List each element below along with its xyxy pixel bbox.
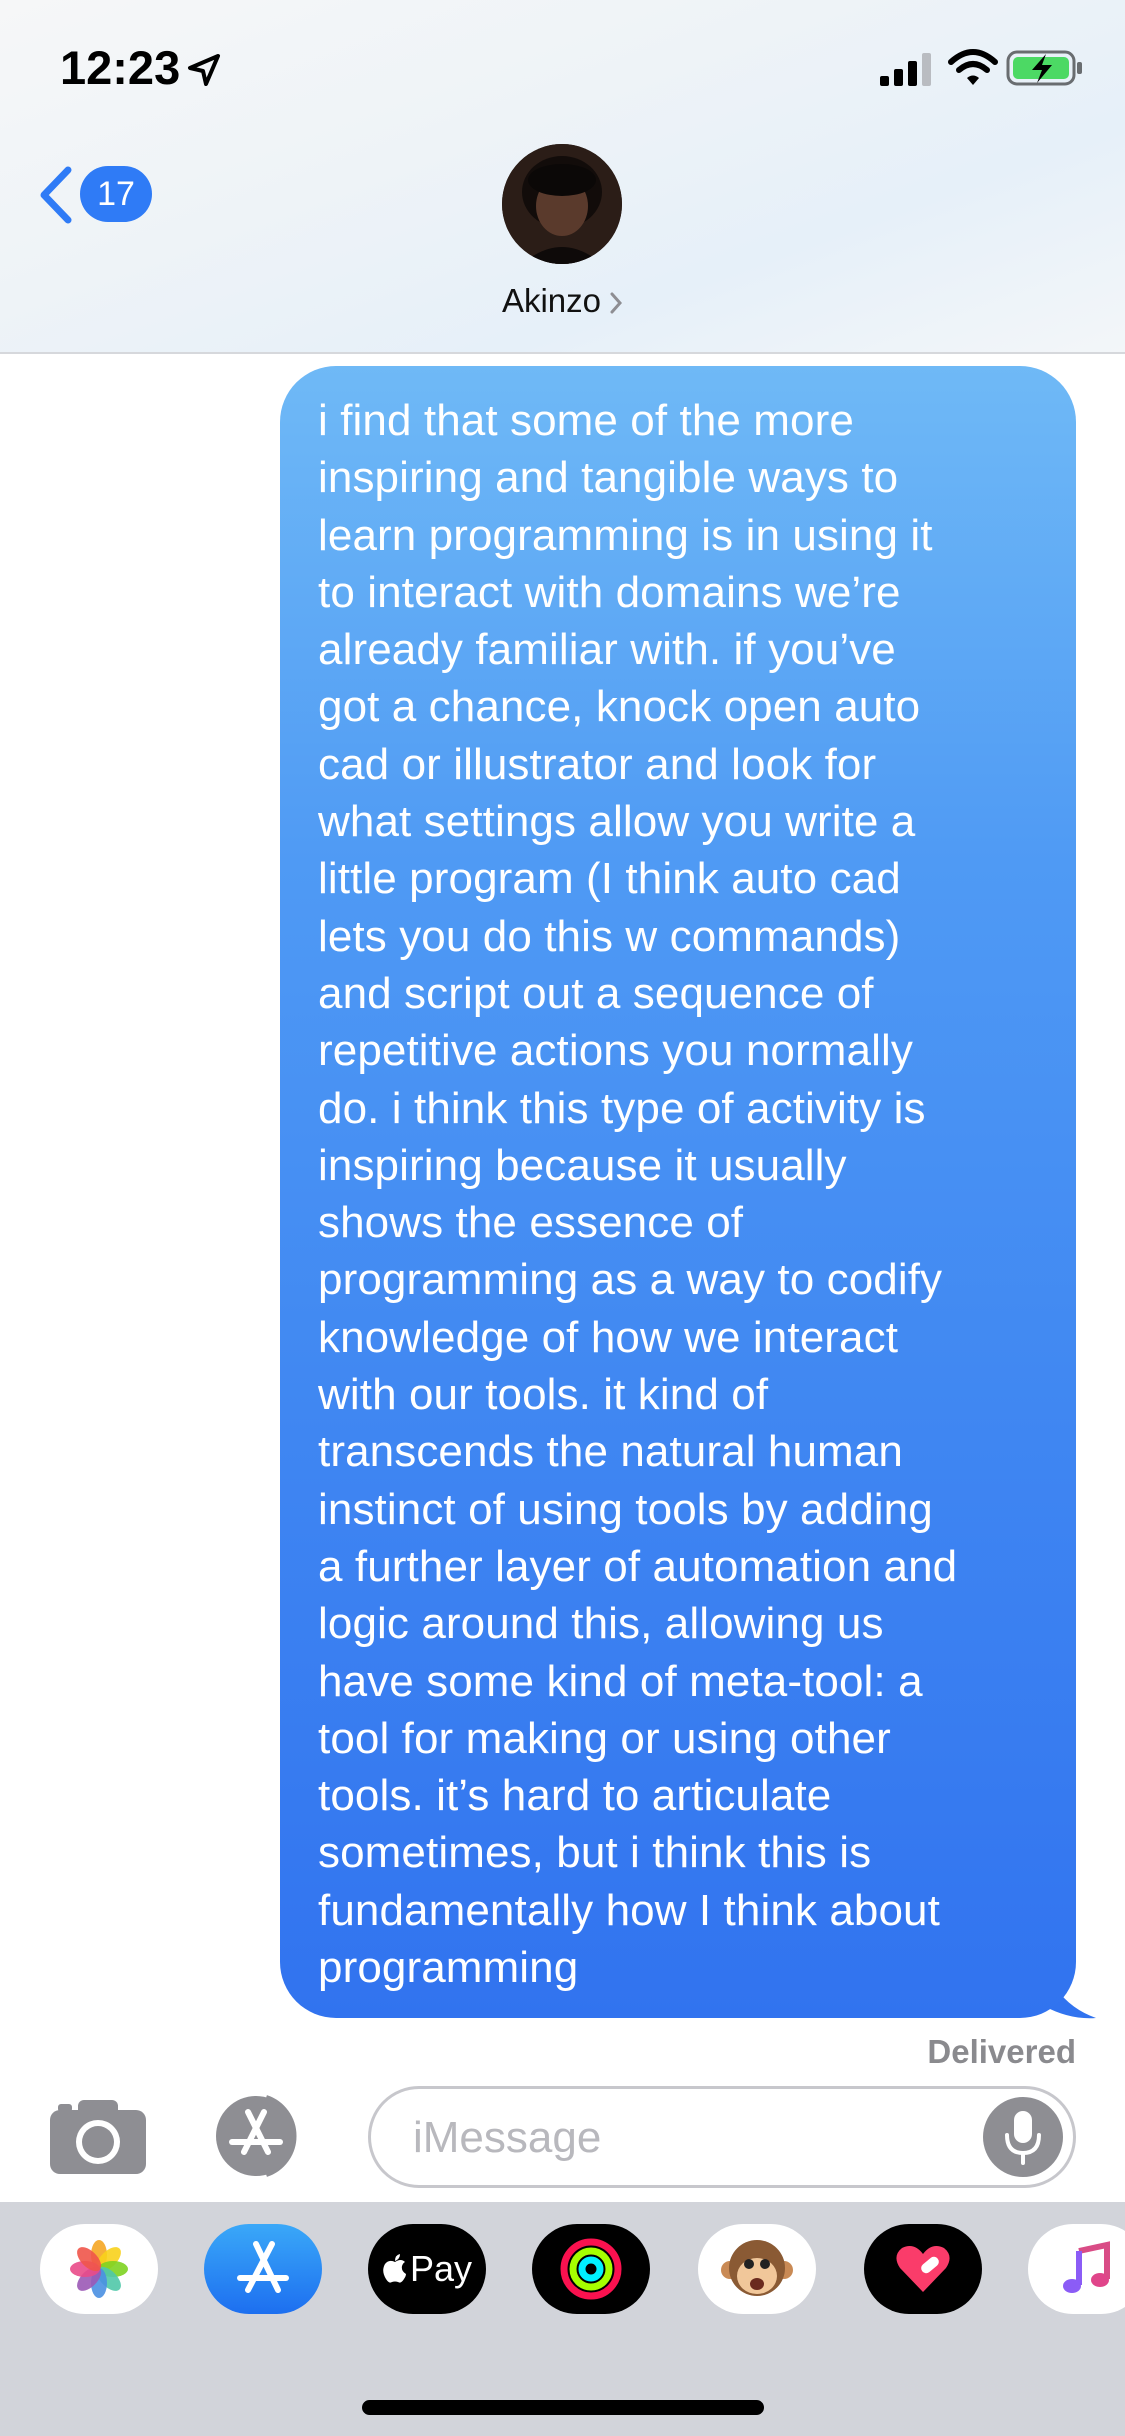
message-line: a further layer of automation and: [318, 1541, 958, 1591]
music-note-icon: [1063, 2241, 1110, 2293]
message-line: repetitive actions you normally: [318, 1026, 913, 1076]
contact-name: Akinzo: [501, 282, 602, 319]
apple-pay-icon[interactable]: Pay: [368, 2224, 486, 2314]
message-line: with our tools. it kind of: [318, 1370, 769, 1420]
message-line: instinct of using tools by adding: [318, 1484, 933, 1534]
message-line: and script out a sequence of: [318, 968, 874, 1018]
heart-touch-icon: [896, 2246, 950, 2292]
chevron-left-icon: [40, 166, 72, 224]
dictation-button[interactable]: [983, 2097, 1063, 2177]
message-line: to interact with domains we’re: [318, 567, 901, 617]
digital-touch-icon[interactable]: [864, 2224, 982, 2314]
message-line: lets you do this w commands): [318, 911, 901, 961]
animoji-monkey-icon[interactable]: [698, 2224, 816, 2314]
location-arrow-icon: [188, 54, 220, 86]
avatar-photo: [502, 144, 622, 264]
message-line: inspiring because it usually: [318, 1140, 847, 1190]
app-store-glyph-icon: [237, 2241, 289, 2293]
message-line: programming: [318, 1943, 579, 1993]
message-line: programming as a way to codify: [318, 1255, 943, 1305]
sent-message-bubble[interactable]: i find that some of the more inspiring an…: [280, 366, 1076, 2018]
message-line: tools. it’s hard to articulate: [318, 1771, 832, 1821]
message-text: i find that some of the more inspiring an…: [318, 392, 1040, 1996]
photos-flower-icon: [70, 2240, 128, 2298]
activity-rings-icon: [560, 2238, 622, 2300]
message-line: learn programming is in using it: [318, 510, 933, 560]
message-line: cad or illustrator and look for: [318, 739, 877, 789]
message-line: got a chance, knock open auto: [318, 682, 921, 732]
monkey-face-icon: [721, 2240, 793, 2296]
delivery-status: Delivered: [927, 2033, 1076, 2070]
imessage-field[interactable]: [368, 2086, 1076, 2188]
music-icon[interactable]: [1028, 2224, 1125, 2314]
apple-pay-label: Pay: [409, 2248, 473, 2289]
contact-name-button[interactable]: Akinzo: [0, 282, 1125, 320]
app-store-button-icon[interactable]: [208, 2090, 318, 2182]
imessage-input[interactable]: [411, 2089, 975, 2187]
apple-logo-icon: [383, 2254, 406, 2283]
home-indicator: [362, 2400, 764, 2415]
message-line: sometimes, but i think this is: [318, 1828, 872, 1878]
message-line: transcends the natural human: [318, 1427, 903, 1477]
chevron-right-icon: [610, 292, 623, 314]
wifi-icon: [948, 49, 998, 85]
message-line: have some kind of meta-tool: a: [318, 1656, 923, 1706]
conversation-header: 12:23 17 Akinzo: [0, 0, 1125, 354]
message-line: what settings allow you write a: [318, 797, 916, 847]
message-line: do. i think this type of activity is: [318, 1083, 926, 1133]
app-store-icon[interactable]: [204, 2224, 322, 2314]
photos-app-icon[interactable]: [40, 2224, 158, 2314]
message-line: shows the essence of: [318, 1198, 744, 1248]
microphone-icon: [1005, 2111, 1041, 2165]
message-line: fundamentally how I think about: [318, 1885, 940, 1935]
message-line: i find that some of the more: [318, 396, 854, 445]
battery-charging-icon: [1006, 50, 1082, 86]
camera-icon[interactable]: [48, 2096, 148, 2176]
message-line: logic around this, allowing us: [318, 1599, 884, 1649]
message-line: tool for making or using other: [318, 1713, 891, 1763]
activity-icon[interactable]: [532, 2224, 650, 2314]
back-button[interactable]: 17: [34, 160, 164, 230]
status-time: 12:23: [60, 41, 181, 94]
unread-count-badge: 17: [80, 166, 152, 222]
message-line: already familiar with. if you’ve: [318, 625, 896, 675]
message-line: knowledge of how we interact: [318, 1312, 899, 1362]
contact-avatar[interactable]: [502, 144, 622, 264]
message-line: inspiring and tangible ways to: [318, 453, 899, 503]
message-line: little program (I think auto cad: [318, 854, 901, 904]
cellular-signal-icon: [880, 53, 931, 86]
